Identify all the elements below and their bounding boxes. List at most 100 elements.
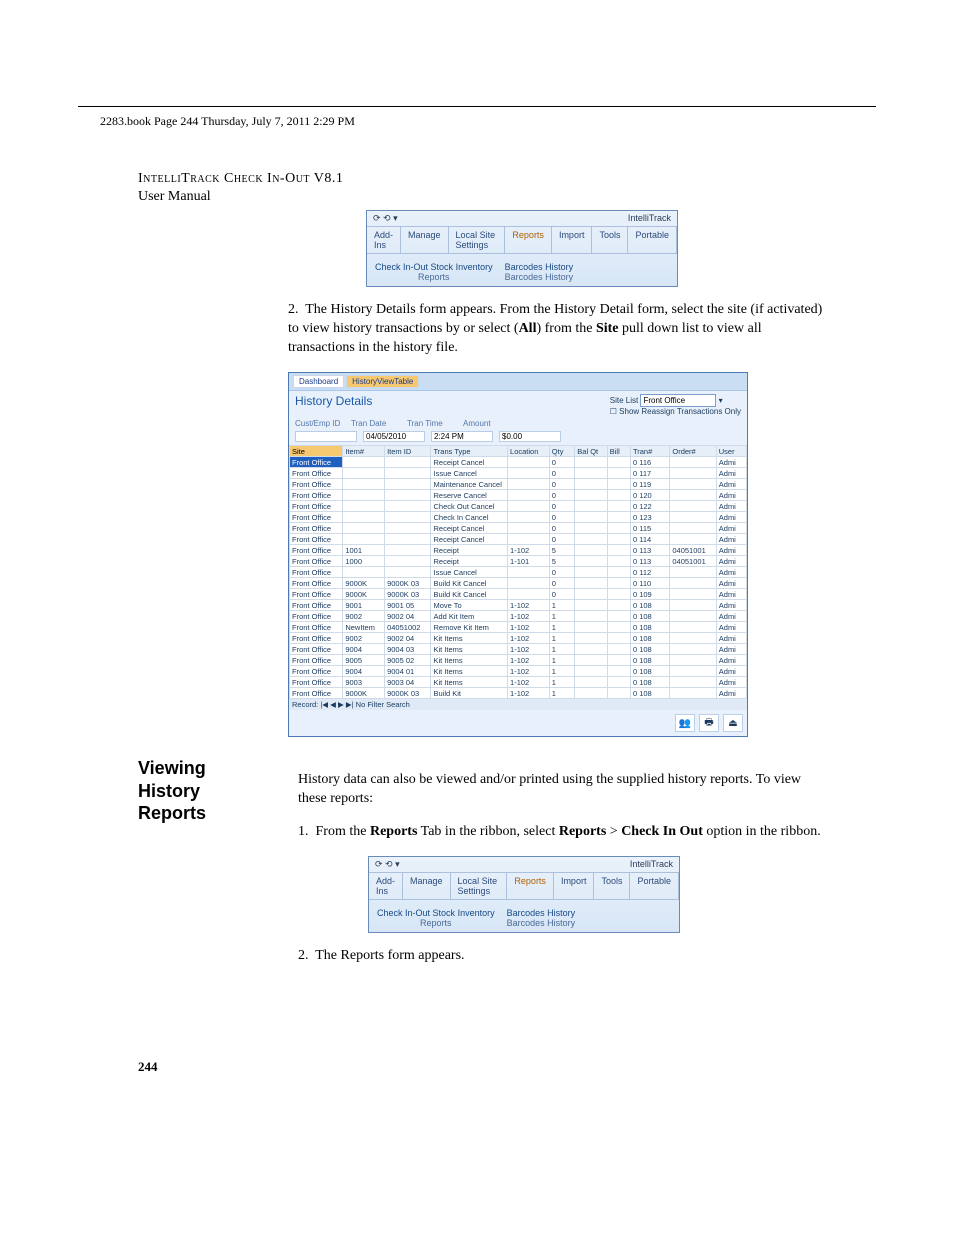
tab2-import[interactable]: Import bbox=[554, 873, 595, 899]
col-itemid[interactable]: Item ID bbox=[385, 446, 431, 457]
step-2b: 2. The Reports form appears. bbox=[298, 947, 823, 966]
table-row[interactable]: Front Office90039003 04Kit Items1-10210 … bbox=[290, 677, 747, 688]
step-1b: 1. From the Reports Tab in the ribbon, s… bbox=[298, 823, 823, 842]
table-row[interactable]: Front Office90049004 01Kit Items1-10210 … bbox=[290, 666, 747, 677]
col-qty[interactable]: Qty bbox=[549, 446, 575, 457]
btn2-inventory[interactable]: Inventory bbox=[458, 908, 495, 918]
table-row[interactable]: Front Office9000K9000K 03Build Kit Cance… bbox=[290, 589, 747, 600]
tab2-portable[interactable]: Portable bbox=[630, 873, 679, 899]
col-tran[interactable]: Tran# bbox=[630, 446, 669, 457]
step-2b-text: The Reports form appears. bbox=[315, 948, 464, 963]
tab2-addins[interactable]: Add-Ins bbox=[369, 873, 403, 899]
manual-subtitle: User Manual bbox=[138, 189, 211, 204]
btn2-history2[interactable]: History bbox=[547, 918, 575, 928]
val-amount[interactable]: $0.00 bbox=[499, 431, 561, 442]
btn-history2[interactable]: History bbox=[545, 272, 573, 282]
col-order[interactable]: Order# bbox=[670, 446, 716, 457]
site-word: Site bbox=[596, 321, 619, 336]
qat-icon-2: ⟳ ⟲ ▾ bbox=[375, 859, 400, 870]
table-row[interactable]: Front OfficeReceipt Cancel00 115Admi bbox=[290, 523, 747, 534]
table-row[interactable]: Front OfficeIssue Cancel00 117Admi bbox=[290, 468, 747, 479]
col-transtype[interactable]: Trans Type bbox=[431, 446, 508, 457]
table-row[interactable]: Front Office90059005 02Kit Items1-10210 … bbox=[290, 655, 747, 666]
s1b-reports2: Reports bbox=[559, 824, 606, 839]
ribbon-tabs-2: Add-Ins Manage Local Site Settings Repor… bbox=[369, 872, 679, 900]
tab2-tools[interactable]: Tools bbox=[594, 873, 630, 899]
tab-dashboard[interactable]: Dashboard bbox=[293, 375, 344, 388]
table-row[interactable]: Front Office9000K9000K 03Build Kit Cance… bbox=[290, 578, 747, 589]
table-row[interactable]: Front OfficeNewItem04051002Remove Kit It… bbox=[290, 622, 747, 633]
step-num-2b: 2. bbox=[298, 948, 309, 963]
table-row[interactable]: Front Office90019001 05Move To1-10210 10… bbox=[290, 600, 747, 611]
show-reassign-label: Show Reassign Transactions Only bbox=[619, 407, 741, 416]
table-row[interactable]: Front Office9000K9000K 03Build Kit1-1021… bbox=[290, 688, 747, 699]
val-custemp[interactable] bbox=[295, 431, 357, 442]
tab-reports[interactable]: Reports bbox=[505, 227, 552, 253]
table-row[interactable]: Front Office90049004 03Kit Items1-10210 … bbox=[290, 644, 747, 655]
btn-barcodes2[interactable]: Barcodes bbox=[505, 272, 543, 282]
tab-import[interactable]: Import bbox=[552, 227, 593, 253]
col-site[interactable]: Site bbox=[290, 446, 343, 457]
history-title: History Details bbox=[295, 394, 372, 416]
history-header-row: Site Item# Item ID Trans Type Location Q… bbox=[290, 446, 747, 457]
step-2a-mid: ) from the bbox=[536, 321, 595, 336]
btn-checkinout[interactable]: Check In-Out bbox=[375, 262, 428, 272]
site-list-dropdown[interactable] bbox=[640, 394, 716, 407]
table-row[interactable]: Front Office90029002 04Kit Items1-10210 … bbox=[290, 633, 747, 644]
btn-inventory[interactable]: Inventory bbox=[456, 262, 493, 272]
table-row[interactable]: Front OfficeMaintenance Cancel00 119Admi bbox=[290, 479, 747, 490]
footer-icon-print[interactable]: 🖶 bbox=[699, 714, 719, 732]
btn-history[interactable]: History bbox=[545, 262, 573, 272]
lbl-custemp: Cust/Emp ID bbox=[295, 419, 345, 428]
btn2-stock[interactable]: Stock bbox=[433, 908, 456, 918]
col-user[interactable]: User bbox=[716, 446, 746, 457]
record-nav[interactable]: Record: |◀ ◀ ▶ ▶| No Filter Search bbox=[289, 699, 747, 710]
table-row[interactable]: Front OfficeReceipt Cancel00 116Admi bbox=[290, 457, 747, 468]
col-balqt[interactable]: Bal Qt bbox=[575, 446, 607, 457]
page-number: 244 bbox=[138, 1059, 158, 1075]
tab-tools[interactable]: Tools bbox=[592, 227, 628, 253]
tab-localsite[interactable]: Local Site Settings bbox=[449, 227, 506, 253]
s1b-pre: From the bbox=[316, 824, 370, 839]
val-trandate[interactable]: 04/05/2010 bbox=[363, 431, 425, 442]
tab2-localsite[interactable]: Local Site Settings bbox=[451, 873, 508, 899]
footer-icon-exit[interactable]: ⏏ bbox=[723, 714, 743, 732]
table-row[interactable]: Front Office1000Receipt1-10150 113040510… bbox=[290, 556, 747, 567]
val-trantime[interactable]: 2:24 PM bbox=[431, 431, 493, 442]
table-row[interactable]: Front OfficeCheck Out Cancel00 122Admi bbox=[290, 501, 747, 512]
btn-barcodes[interactable]: Barcodes bbox=[505, 262, 543, 272]
ribbon-screenshot-2: ⟳ ⟲ ▾ IntelliTrack Add-Ins Manage Local … bbox=[368, 856, 680, 933]
table-row[interactable]: Front Office1001Receipt1-10250 113040510… bbox=[290, 545, 747, 556]
footer-icon-users[interactable]: 👥 bbox=[675, 714, 695, 732]
section-heading: Viewing History Reports bbox=[138, 757, 268, 825]
table-row[interactable]: Front OfficeReceipt Cancel00 114Admi bbox=[290, 534, 747, 545]
table-row[interactable]: Front OfficeReserve Cancel00 120Admi bbox=[290, 490, 747, 501]
site-list-area: Site List ▾ ☐ Show Reassign Transactions… bbox=[610, 394, 741, 416]
btn2-barcodes2[interactable]: Barcodes bbox=[507, 918, 545, 928]
btn2-reports-lower[interactable]: Reports bbox=[420, 918, 452, 928]
tab2-manage[interactable]: Manage bbox=[403, 873, 451, 899]
tab-manage[interactable]: Manage bbox=[401, 227, 449, 253]
col-location[interactable]: Location bbox=[508, 446, 550, 457]
checkbox-icon[interactable]: ☐ bbox=[610, 407, 617, 416]
table-row[interactable]: Front Office90029002 04Add Kit Item1-102… bbox=[290, 611, 747, 622]
history-details-screenshot: Dashboard HistoryViewTable History Detai… bbox=[288, 372, 748, 737]
ribbon-group-2: Barcodes History Barcodes History bbox=[501, 260, 578, 284]
tab2-reports[interactable]: Reports bbox=[507, 873, 554, 899]
table-row[interactable]: Front OfficeCheck In Cancel00 123Admi bbox=[290, 512, 747, 523]
btn-stock[interactable]: Stock bbox=[431, 262, 454, 272]
ribbon2-group-2: Barcodes History Barcodes History bbox=[503, 906, 580, 930]
tab-portable[interactable]: Portable bbox=[628, 227, 677, 253]
btn2-barcodes[interactable]: Barcodes bbox=[507, 908, 545, 918]
col-bill[interactable]: Bill bbox=[607, 446, 630, 457]
book-meta: 2283.book Page 244 Thursday, July 7, 201… bbox=[100, 114, 355, 129]
table-row[interactable]: Front OfficeIssue Cancel00 112Admi bbox=[290, 567, 747, 578]
tab-historyview[interactable]: HistoryViewTable bbox=[346, 375, 419, 388]
btn2-checkinout[interactable]: Check In-Out bbox=[377, 908, 430, 918]
btn2-history[interactable]: History bbox=[547, 908, 575, 918]
tab-addins[interactable]: Add-Ins bbox=[367, 227, 401, 253]
btn-reports-lower[interactable]: Reports bbox=[418, 272, 450, 282]
lbl-trantime: Tran Time bbox=[407, 419, 457, 428]
col-item[interactable]: Item# bbox=[343, 446, 385, 457]
s1b-reports: Reports bbox=[370, 824, 417, 839]
